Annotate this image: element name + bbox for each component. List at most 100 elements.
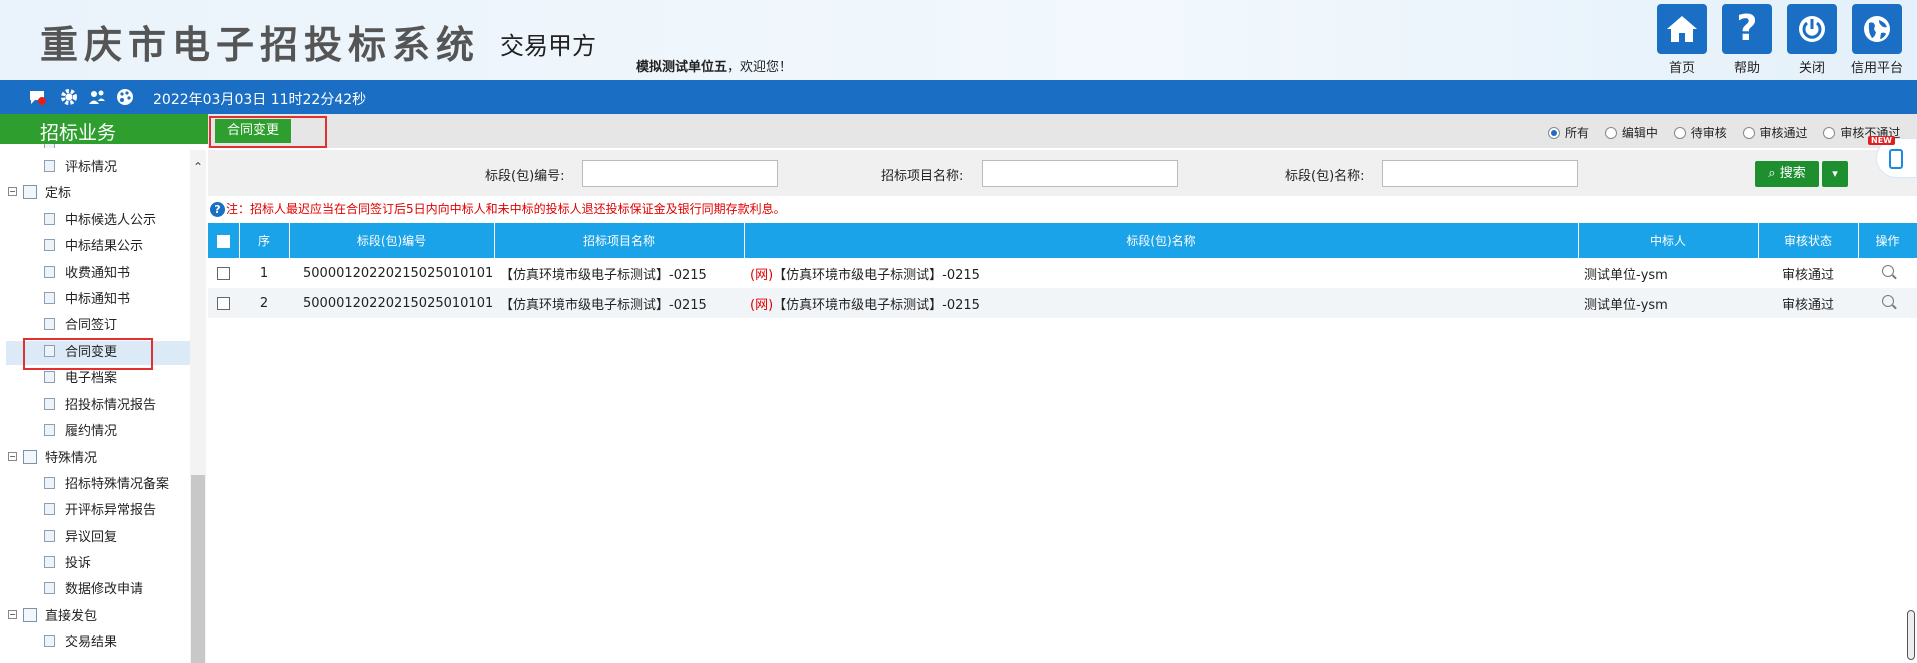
section-name-cell: (网)【仿真环境市级电子标测试】-0215 [750, 267, 980, 283]
welcome-user: 模拟测试单位五 [636, 60, 728, 75]
sidebar-folder-direct-contract[interactable]: − 直接发包 [8, 605, 97, 629]
home-button-label: 首页 [1668, 61, 1695, 76]
project-name-cell: 【仿真环境市级电子标测试】-0215 [494, 288, 744, 318]
sidebar-item-fee-notice[interactable]: 收费通知书 [44, 262, 130, 286]
document-icon [44, 159, 55, 172]
close-button[interactable]: 关闭 [1786, 4, 1838, 76]
current-datetime: 2022年03月03日 11时22分42秒 [153, 92, 367, 108]
sidebar-item-bidding-report[interactable]: 招投标情况报告 [44, 394, 156, 418]
collapse-icon: − [8, 187, 17, 196]
palette-icon[interactable] [116, 88, 134, 106]
sidebar-item-complaint[interactable]: 投诉 [44, 552, 91, 576]
chevron-down-icon: ▾ [1832, 167, 1838, 180]
app-header: 重庆市电子招投标系统 交易甲方 模拟测试单位五，欢迎您！ 首页 ? 帮助 关闭 … [0, 0, 1917, 80]
scroll-up-icon[interactable]: ⌃ [193, 160, 203, 174]
collapse-icon: − [8, 452, 17, 461]
expand-search-button[interactable]: ▾ [1822, 161, 1848, 187]
document-icon [44, 476, 55, 489]
status-cell: 审核通过 [1758, 288, 1858, 318]
row-number: 1 [259, 265, 269, 281]
highlight-box-sidebar [23, 338, 153, 370]
section-code-label: 标段(包)编号: [485, 169, 565, 184]
row-number: 2 [239, 288, 289, 318]
select-all-checkbox[interactable] [216, 234, 230, 248]
sidebar-item-special-filing[interactable]: 招标特殊情况备案 [44, 473, 169, 497]
sidebar-item-result-notice[interactable]: 中标结果公示 [44, 235, 143, 259]
select-all-cell[interactable] [208, 223, 240, 258]
contract-change-table: 序 标段(包)编号 招标项目名称 标段(包)名称 中标人 审核状态 操作 1 5… [208, 223, 1917, 318]
sidebar-folder-award[interactable]: − 定标 [8, 182, 71, 206]
filter-pending[interactable]: 待审核 [1673, 124, 1727, 141]
section-code-cell: 50000120220215025010101 [303, 265, 494, 281]
document-icon [44, 397, 55, 410]
radio-icon [1548, 126, 1560, 139]
document-icon [44, 238, 55, 251]
sidebar-item-candidate-notice[interactable]: 中标候选人公示 [44, 209, 156, 233]
book-icon [23, 607, 37, 622]
table-row[interactable]: 2 50000120220215025010101 【仿真环境市级电子标测试】-… [208, 288, 1917, 318]
section-name-input[interactable] [1382, 160, 1578, 187]
document-icon [44, 555, 55, 568]
sidebar-item-trade-result[interactable]: 交易结果 [44, 631, 117, 655]
section-code-input[interactable] [582, 160, 778, 187]
magnifier-icon[interactable] [1881, 295, 1894, 307]
sidebar-scrollbar-thumb[interactable] [191, 475, 205, 663]
role-label: 交易甲方 [500, 32, 596, 60]
new-badge: NEW [1868, 136, 1895, 145]
filter-all[interactable]: 所有 [1548, 124, 1589, 141]
document-icon [44, 581, 55, 594]
sidebar: 评标情况 − 定标 中标候选人公示 中标结果公示 收费通知书 中标通知书 合同签订… [0, 144, 208, 663]
winner-cell: 测试单位-ysm [1584, 267, 1668, 283]
view-action[interactable] [1858, 288, 1917, 318]
sidebar-item-data-change-request[interactable]: 数据修改申请 [44, 578, 143, 602]
section-name-cell: (网)【仿真环境市级电子标测试】-0215 [744, 288, 1578, 318]
project-name-label: 招标项目名称: [881, 169, 964, 184]
users-icon[interactable] [88, 88, 106, 106]
sidebar-item-contract-sign[interactable]: 合同签订 [44, 314, 117, 338]
sidebar-item-abnormal-report[interactable]: 开评标异常报告 [44, 499, 156, 523]
status-cell: 审核通过 [1781, 267, 1834, 283]
toolbar: 2022年03月03日 11时22分42秒 [0, 80, 1917, 114]
column-header: 中标人 [1578, 223, 1759, 258]
book-icon [23, 184, 37, 199]
document-icon [44, 265, 55, 278]
view-action[interactable] [1858, 258, 1917, 288]
sidebar-item-award-notice[interactable]: 中标通知书 [44, 288, 130, 312]
row-checkbox[interactable] [217, 266, 230, 280]
credit-platform-button[interactable]: 信用平台 [1851, 4, 1903, 76]
sidebar-item-clipped [44, 144, 65, 148]
message-icon[interactable] [28, 88, 46, 106]
help-icon: ? [1736, 8, 1758, 49]
search-button[interactable]: ⌕ 搜索 [1755, 161, 1819, 187]
home-button[interactable]: 首页 [1656, 4, 1708, 76]
project-name-input[interactable] [982, 160, 1178, 187]
winner-cell: 测试单位-ysm [1578, 288, 1758, 318]
sidebar-item-objection-reply[interactable]: 异议回复 [44, 526, 117, 550]
column-header: 序 [239, 223, 290, 258]
welcome-text: 模拟测试单位五，欢迎您！ [636, 56, 792, 75]
filter-editing[interactable]: 编辑中 [1604, 124, 1658, 141]
document-icon [44, 529, 55, 542]
table-row[interactable]: 1 50000120220215025010101 【仿真环境市级电子标测试】-… [208, 258, 1917, 288]
globe-icon [1864, 16, 1890, 42]
status-filter: 所有 编辑中 待审核 审核通过 审核不通过 [1548, 124, 1912, 142]
sidebar-item-evaluation[interactable]: 评标情况 [44, 156, 117, 180]
row-checkbox[interactable] [217, 296, 230, 310]
column-header: 标段(包)编号 [289, 223, 495, 258]
radio-icon [1742, 126, 1755, 139]
help-button-label: 帮助 [1733, 61, 1760, 76]
page-scroll-indicator[interactable] [1907, 610, 1915, 660]
gear-icon[interactable] [60, 88, 78, 106]
section-name-label: 标段(包)名称: [1285, 169, 1365, 184]
section-code-cell: 50000120220215025010101 [289, 288, 494, 318]
sidebar-item-performance[interactable]: 履约情况 [44, 420, 117, 444]
sidebar-title: 招标业务 [0, 114, 208, 144]
help-button[interactable]: ? 帮助 [1721, 4, 1773, 76]
column-header: 招标项目名称 [494, 223, 745, 258]
filter-approved[interactable]: 审核通过 [1742, 124, 1808, 141]
document-icon [44, 291, 55, 304]
sidebar-folder-special[interactable]: − 特殊情况 [8, 447, 97, 471]
table-header-row: 序 标段(包)编号 招标项目名称 标段(包)名称 中标人 审核状态 操作 [208, 223, 1917, 258]
magnifier-icon[interactable] [1881, 265, 1894, 277]
sidebar-item-e-archive[interactable]: 电子档案 [44, 367, 117, 391]
